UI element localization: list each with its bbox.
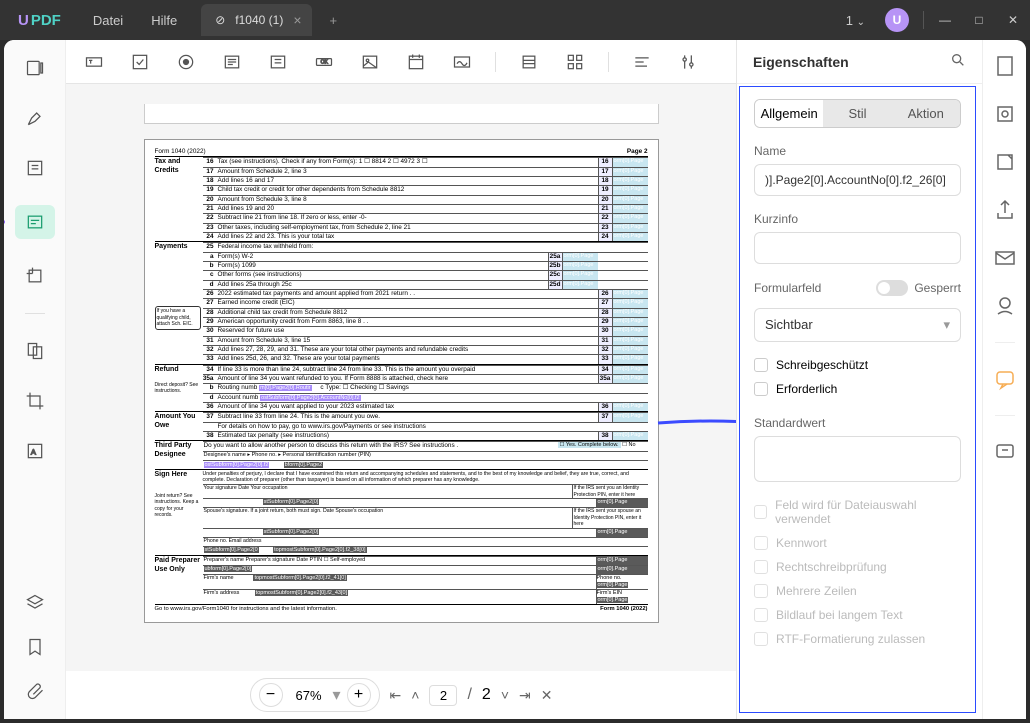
mail-icon[interactable] [993,246,1017,270]
document-tab[interactable]: ⊘ f1040 (1) × [201,4,311,36]
minimize-button[interactable]: ― [928,13,962,27]
zoom-in-button[interactable]: + [347,683,371,707]
tab-title: f1040 (1) [235,13,283,27]
last-page-button[interactable]: ⇥ [519,687,531,704]
visibility-select[interactable]: Sichtbar▾ [754,308,961,342]
list-tool-icon[interactable] [516,49,542,75]
name-input[interactable] [754,164,961,196]
attachment-icon[interactable] [20,678,50,704]
svg-text:OK: OK [321,59,329,65]
field-chip[interactable]: ostSubform[0].Page2[0].f2 [204,462,270,468]
password-checkbox: Kennwort [754,536,961,550]
readonly-checkbox[interactable]: Schreibgeschützt [754,358,961,372]
svg-text:A: A [30,447,35,456]
image-tool-icon[interactable] [357,49,383,75]
right-strip [982,40,1026,719]
multiline-checkbox: Mehrere Zeilen [754,584,961,598]
dropdown-tool-icon[interactable] [219,49,245,75]
form-field-icon[interactable] [15,205,55,239]
required-checkbox[interactable]: Erforderlich [754,382,961,396]
page-organize-icon[interactable] [20,338,50,364]
user-avatar[interactable]: U [885,8,909,32]
ocr-icon[interactable]: A [20,438,50,464]
page-total: 2 [482,686,491,704]
properties-panel: Eigenschaften Allgemein Stil Aktion Name… [737,40,982,719]
thumbnails-icon[interactable] [20,55,50,81]
fileselect-checkbox: Feld wird für Dateiauswahl verwendet [754,498,961,526]
page-nav: ⇤ ˄ / 2 ˅ ⇥ ✕ [390,685,553,706]
search-icon[interactable] [950,52,966,71]
date-tool-icon[interactable] [403,49,429,75]
locked-toggle[interactable] [876,280,908,296]
spellcheck-checkbox: Rechtschreibprüfung [754,560,961,574]
bookmark-icon[interactable] [20,634,50,660]
pdf-page: Form 1040 (2022)Page 2 Tax and Credits 1… [144,139,659,623]
new-tab-button[interactable]: + [322,13,346,28]
scroll-checkbox: Bildlauf bei langem Text [754,608,961,622]
default-label: Standardwert [754,416,961,430]
checkbox-tool-icon[interactable] [127,49,153,75]
tooltip-input[interactable] [754,232,961,264]
left-sidebar: A [4,40,66,719]
tab-style[interactable]: Stil [823,100,891,127]
zoom-input[interactable] [289,688,329,703]
folder-icon[interactable] [993,150,1017,174]
qualifying-child-note: If you have a qualifying child, attach S… [155,306,201,330]
zoom-control: − ▾ + [250,678,380,712]
tab-action[interactable]: Aktion [892,100,960,127]
crop-tool-icon[interactable] [20,263,50,289]
properties-tabs: Allgemein Stil Aktion [754,99,961,128]
formfield-label: Formularfeld [754,281,821,295]
highlighter-icon[interactable] [20,105,50,131]
tab-general[interactable]: Allgemein [755,100,823,127]
share-icon[interactable] [993,198,1017,222]
button-tool-icon[interactable]: OK [311,49,337,75]
settings-tool-icon[interactable] [675,49,701,75]
maximize-button[interactable]: □ [962,13,996,27]
next-page-button[interactable]: ˅ [501,687,509,703]
page-input[interactable] [429,685,457,706]
locked-label: Gesperrt [914,281,961,295]
rtf-checkbox: RTF-Formatierung zulassen [754,632,961,646]
layers-icon[interactable] [20,590,50,616]
first-page-button[interactable]: ⇤ [390,687,402,704]
grid-tool-icon[interactable] [562,49,588,75]
menu-help[interactable]: Hilfe [137,13,191,28]
titlebar: UPDF Datei Hilfe ⊘ f1040 (1) × + 1 ⌄ U ―… [0,0,1030,40]
form-toolbar: OK [66,40,736,84]
edit-text-icon[interactable] [20,155,50,181]
save-icon[interactable] [993,294,1017,318]
close-toolbar-button[interactable]: ✕ [541,687,553,704]
default-textarea[interactable] [754,436,961,482]
tab-icon: ⊘ [215,13,225,27]
listbox-tool-icon[interactable] [265,49,291,75]
feedback-icon[interactable] [993,440,1017,464]
page-icon[interactable] [993,54,1017,78]
document-canvas[interactable]: Form 1040 (2022)Page 2 Tax and Credits 1… [66,84,736,671]
selected-field[interactable]: ostSubform[0].Page2[0].AccountNo[0].f2 [260,395,360,401]
callout-arrow [656,413,736,433]
tooltip-label: Kurzinfo [754,212,961,226]
stamp-icon[interactable] [993,102,1017,126]
close-window-button[interactable]: ✕ [996,13,1030,27]
crop-icon[interactable] [20,388,50,414]
textfield-tool-icon[interactable] [81,49,107,75]
properties-title: Eigenschaften [753,54,849,70]
bottom-bar: − ▾ + ⇤ ˄ / 2 ˅ ⇥ ✕ [66,671,736,719]
tab-close-icon[interactable]: × [293,12,301,28]
radio-tool-icon[interactable] [173,49,199,75]
align-tool-icon[interactable] [629,49,655,75]
zoom-out-button[interactable]: − [259,683,283,707]
zoom-dropdown-icon[interactable]: ▾ [333,685,341,705]
signature-tool-icon[interactable] [449,49,475,75]
name-label: Name [754,144,961,158]
brand-logo: UPDF [0,12,79,29]
menu-file[interactable]: Datei [79,13,137,28]
prev-page-button[interactable]: ˄ [411,687,419,703]
chat-icon[interactable] [993,367,1017,391]
titlebar-pagecount[interactable]: 1 ⌄ [836,13,875,28]
chevron-down-icon: ▾ [943,317,950,333]
